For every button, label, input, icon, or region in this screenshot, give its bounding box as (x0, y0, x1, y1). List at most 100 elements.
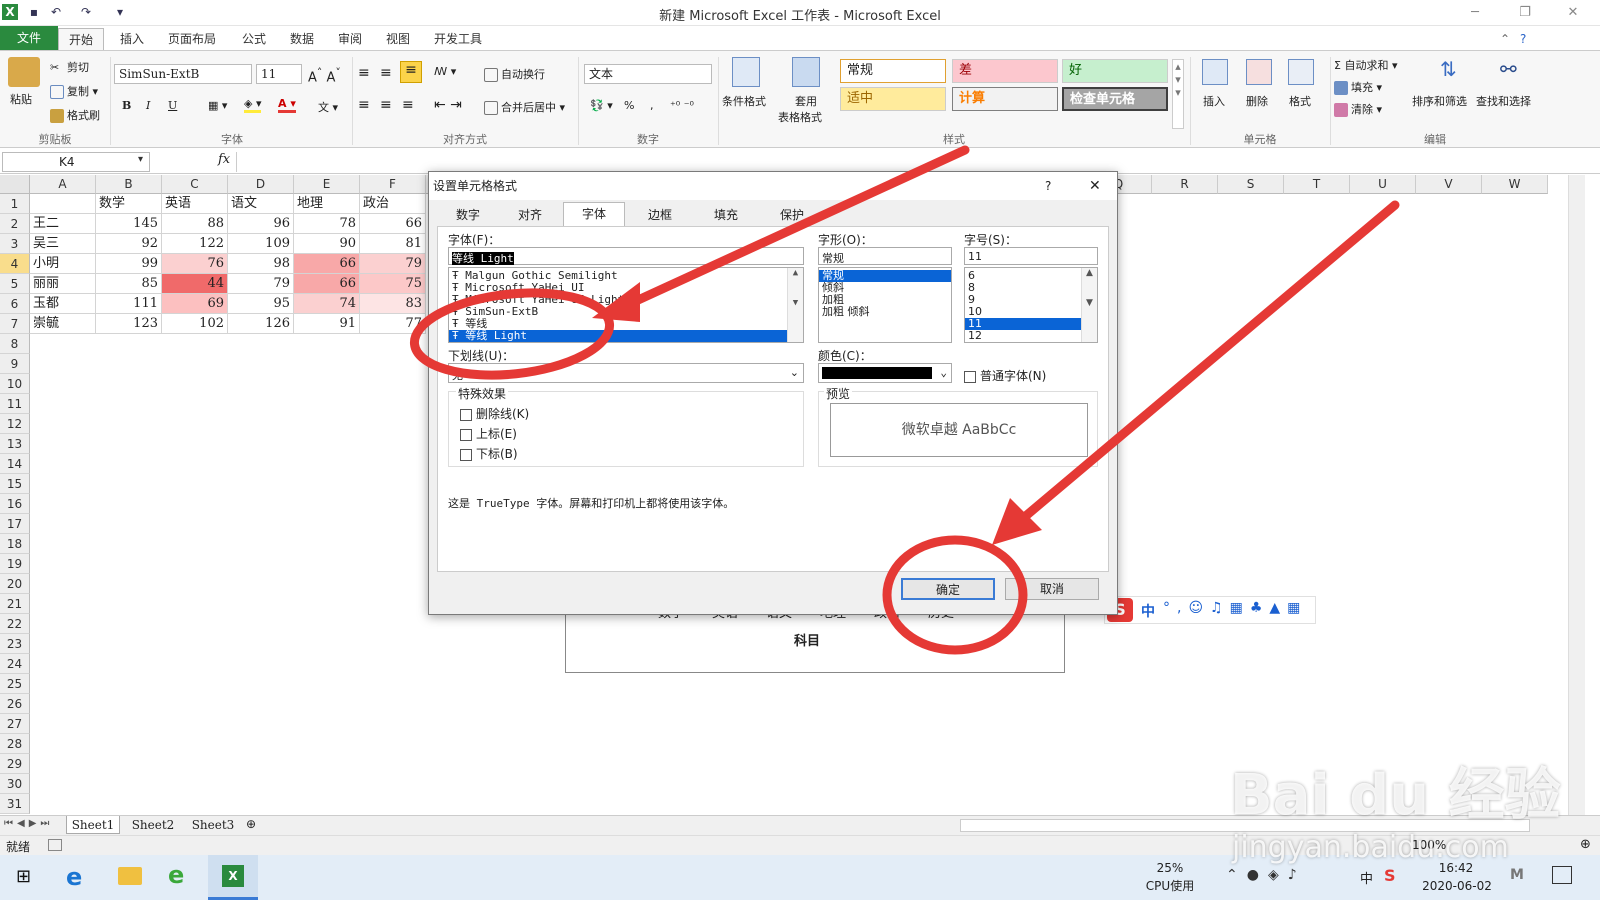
font-size-combo[interactable]: 11 (256, 64, 302, 84)
row-header[interactable]: 5 (0, 274, 30, 294)
sogou-tray-icon[interactable]: S (1384, 866, 1396, 885)
table-cell[interactable]: 99 (96, 254, 162, 274)
dialog-close-button[interactable]: ✕ (1089, 172, 1101, 200)
style-normal[interactable]: 常规 (840, 59, 946, 83)
font-name-list[interactable]: Ŧ Malgun Gothic Semilight Ŧ Microsoft YaH… (448, 267, 804, 343)
table-cell[interactable]: 92 (96, 234, 162, 254)
list-item[interactable]: 加粗 (819, 294, 951, 306)
table-cell[interactable]: 吴三 (30, 234, 96, 254)
row-header[interactable]: 9 (0, 354, 30, 374)
clock-date[interactable]: 2020-06-02 (1412, 879, 1502, 893)
table-cell[interactable]: 126 (228, 314, 294, 334)
row-header[interactable]: 12 (0, 414, 30, 434)
table-cell[interactable]: 语文 (228, 194, 294, 214)
row-header[interactable]: 22 (0, 614, 30, 634)
table-cell[interactable]: 111 (96, 294, 162, 314)
normal-font-checkbox[interactable]: 普通字体(N) (964, 367, 1046, 384)
table-cell[interactable]: 小明 (30, 254, 96, 274)
row-header[interactable]: 20 (0, 574, 30, 594)
table-cell[interactable]: 78 (294, 214, 360, 234)
binoculars-icon[interactable]: ⚯ (1500, 57, 1526, 85)
column-header-c[interactable]: C (162, 175, 228, 194)
tab-home[interactable]: 开始 (58, 28, 105, 50)
format-cells-button[interactable]: 格式 (1289, 93, 1311, 109)
row-header[interactable]: 23 (0, 634, 30, 654)
align-middle-icon[interactable]: ≡ (380, 65, 392, 81)
ie-browser-icon[interactable]: e (66, 863, 82, 891)
list-item[interactable]: Ŧ SimSun-ExtB (449, 306, 803, 318)
list-item[interactable]: 8 (965, 282, 1097, 294)
table-format-button-1[interactable]: 套用 (795, 93, 817, 109)
paste-icon[interactable] (8, 57, 40, 87)
table-cell[interactable]: 66 (294, 274, 360, 294)
currency-icon[interactable]: 💱 ▾ (590, 99, 613, 112)
row-header[interactable]: 14 (0, 454, 30, 474)
list-item[interactable]: 常规 (819, 270, 951, 282)
formula-input[interactable] (236, 152, 1582, 172)
table-cell[interactable]: 66 (360, 214, 426, 234)
column-header-v[interactable]: V (1416, 175, 1482, 194)
subscript-checkbox[interactable]: 下标(B) (460, 445, 518, 462)
tab-view[interactable]: 视图 (376, 28, 420, 50)
ime-tools-icons[interactable]: °,☺♫▦♣▲▦ (1163, 600, 1307, 616)
tab-review[interactable]: 审阅 (328, 28, 372, 50)
table-cell[interactable]: 90 (294, 234, 360, 254)
cancel-button[interactable]: 取消 (1005, 578, 1099, 600)
sheet-tab-2[interactable]: Sheet2 (126, 816, 180, 834)
list-item[interactable]: 倾斜 (819, 282, 951, 294)
table-cell[interactable]: 数学 (96, 194, 162, 214)
tab-developer[interactable]: 开发工具 (424, 28, 492, 50)
font-color-icon[interactable]: A ▾ (278, 97, 296, 113)
row-header[interactable]: 27 (0, 714, 30, 734)
sheet-nav-icon[interactable]: ⏮◀▶⏭ (4, 818, 53, 829)
table-format-icon[interactable] (792, 57, 820, 87)
delete-cells-icon[interactable] (1246, 59, 1272, 85)
table-cell[interactable]: 79 (360, 254, 426, 274)
table-cell[interactable]: 74 (294, 294, 360, 314)
column-header-u[interactable]: U (1350, 175, 1416, 194)
italic-button[interactable]: I (146, 99, 150, 112)
task-view-icon[interactable]: M (1510, 867, 1524, 883)
phonetic-icon[interactable]: 文 ▾ (318, 99, 338, 115)
row-header[interactable]: 25 (0, 674, 30, 694)
indent-icon[interactable]: ⇤ ⇥ (434, 97, 462, 113)
column-header-e[interactable]: E (294, 175, 360, 194)
row-header[interactable]: 4 (0, 254, 30, 274)
strikethrough-checkbox[interactable]: 删除线(K) (460, 405, 529, 422)
name-box-dropdown-icon[interactable]: ▾ (138, 154, 143, 165)
row-header[interactable]: 16 (0, 494, 30, 514)
tray-icons[interactable]: ⌃●◈♪ (1226, 867, 1306, 883)
tab-alignment[interactable]: 对齐 (499, 204, 561, 226)
tab-page-layout[interactable]: 页面布局 (158, 28, 226, 50)
table-cell[interactable]: 95 (228, 294, 294, 314)
taskbar-excel-active[interactable]: X (208, 855, 258, 900)
table-cell[interactable] (30, 194, 96, 214)
tab-insert[interactable]: 插入 (110, 28, 154, 50)
list-item[interactable]: 10 (965, 306, 1097, 318)
row-header[interactable]: 7 (0, 314, 30, 334)
dialog-help-button[interactable]: ? (1045, 172, 1051, 200)
row-header[interactable]: 18 (0, 534, 30, 554)
autosum-button[interactable]: Σ 自动求和 ▾ (1334, 57, 1397, 73)
ime-lang-toggle[interactable]: 中 (1141, 601, 1155, 621)
row-header[interactable]: 31 (0, 794, 30, 814)
column-header-t[interactable]: T (1284, 175, 1350, 194)
table-cell[interactable]: 崇毓 (30, 314, 96, 334)
font-name-input[interactable]: 等线 Light (448, 247, 804, 265)
delete-cells-button[interactable]: 删除 (1246, 93, 1268, 109)
align-left-icon[interactable]: ≡ (358, 97, 370, 113)
column-header-s[interactable]: S (1218, 175, 1284, 194)
row-header[interactable]: 10 (0, 374, 30, 394)
restore-icon[interactable]: ❐ (1505, 2, 1545, 24)
row-header[interactable]: 17 (0, 514, 30, 534)
sheet-tab-3[interactable]: Sheet3 (186, 816, 240, 834)
table-cell[interactable]: 75 (360, 274, 426, 294)
style-calculation[interactable]: 计算 (952, 87, 1058, 111)
table-cell[interactable]: 政治 (360, 194, 426, 214)
ime-mode-icon[interactable]: 中 (1360, 868, 1373, 887)
table-cell[interactable]: 85 (96, 274, 162, 294)
bold-button[interactable]: B (122, 99, 131, 112)
align-top-icon[interactable]: ≡ (358, 65, 370, 81)
row-header[interactable]: 6 (0, 294, 30, 314)
table-cell[interactable]: 77 (360, 314, 426, 334)
